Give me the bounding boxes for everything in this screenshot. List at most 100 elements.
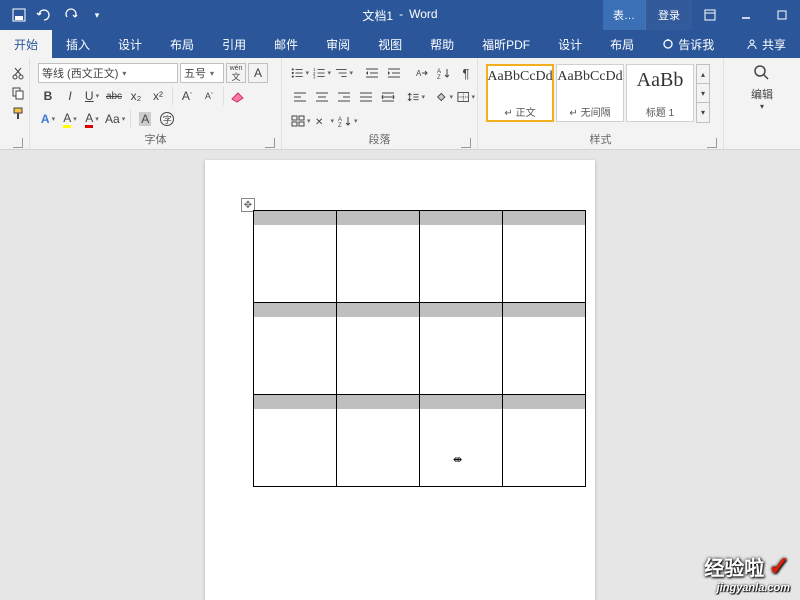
maximize-button[interactable]	[764, 0, 800, 30]
align-center-button[interactable]	[312, 87, 332, 107]
tab-foxit-pdf[interactable]: 福昕PDF	[468, 30, 544, 58]
numbering-button[interactable]: 123▾	[312, 63, 332, 83]
page[interactable]: ✥ ⇼	[205, 160, 595, 600]
font-size-combo[interactable]: 五号▾	[180, 63, 224, 83]
italic-button[interactable]: I	[60, 86, 80, 106]
copy-button[interactable]	[8, 84, 28, 102]
char-shading-button[interactable]: A	[135, 109, 155, 129]
sort-button-2[interactable]: AZ▾	[337, 111, 359, 131]
qat-customize-button[interactable]: ▾	[86, 4, 108, 26]
table-cell[interactable]	[503, 395, 586, 487]
grow-font-button[interactable]: Aˆ	[177, 86, 197, 106]
char-border-button[interactable]: A	[248, 63, 268, 83]
tab-review[interactable]: 审阅	[312, 30, 364, 58]
phonetic-guide-button[interactable]: wén 文	[226, 63, 246, 83]
underline-button[interactable]: U▾	[82, 86, 102, 106]
cut-button[interactable]	[8, 64, 28, 82]
superscript-button[interactable]: x²	[148, 86, 168, 106]
table-cell[interactable]	[420, 395, 503, 487]
tab-table-design[interactable]: 设计	[544, 30, 596, 58]
tab-view[interactable]: 视图	[364, 30, 416, 58]
sort-button[interactable]: AZ	[434, 63, 454, 83]
align-left-button[interactable]	[290, 87, 310, 107]
gallery-more-icon[interactable]: ▾	[697, 103, 709, 122]
table-row[interactable]	[254, 395, 586, 487]
align-justify-button[interactable]	[356, 87, 376, 107]
font-name-combo[interactable]: 等线 (西文正文)▾	[38, 63, 178, 83]
gallery-up-icon[interactable]: ▴	[697, 65, 709, 84]
style-heading-1[interactable]: AaBb 标题 1	[626, 64, 694, 122]
bullets-button[interactable]: ▾	[290, 63, 310, 83]
borders-button[interactable]: ▾	[456, 87, 476, 107]
increase-indent-button[interactable]	[384, 63, 404, 83]
document-table[interactable]	[253, 210, 586, 487]
table-cell[interactable]	[503, 303, 586, 395]
editing-label[interactable]: 编辑	[751, 86, 773, 102]
multilevel-list-button[interactable]: ▾	[334, 63, 354, 83]
table-cell[interactable]	[420, 303, 503, 395]
tab-home[interactable]: 开始	[0, 30, 52, 58]
minimize-button[interactable]	[728, 0, 764, 30]
align-right-button[interactable]	[334, 87, 354, 107]
table-cell[interactable]	[337, 211, 420, 303]
column-resize-cursor[interactable]: ⇼	[453, 453, 462, 466]
table-cell[interactable]	[254, 303, 337, 395]
gallery-down-icon[interactable]: ▾	[697, 84, 709, 103]
table-tools-context-tab[interactable]: 表…	[603, 0, 645, 30]
tab-design[interactable]: 设计	[104, 30, 156, 58]
save-button[interactable]	[8, 4, 30, 26]
undo-button[interactable]	[34, 4, 56, 26]
snap-to-grid-button[interactable]: ▾	[290, 111, 312, 131]
enclose-char-button[interactable]: 字	[157, 109, 177, 129]
group-font: 等线 (西文正文)▾ 五号▾ wén 文 A B I U▾ abc	[30, 58, 282, 149]
table-cell[interactable]	[503, 211, 586, 303]
shading-button[interactable]: ▾	[434, 87, 454, 107]
table-cell[interactable]	[337, 303, 420, 395]
login-button[interactable]: 登录	[645, 0, 692, 30]
ltr-icon: A	[416, 67, 428, 79]
table-cell[interactable]	[254, 395, 337, 487]
table-cell[interactable]	[254, 211, 337, 303]
table-cell[interactable]	[337, 395, 420, 487]
styles-dialog-launcher[interactable]	[707, 138, 717, 148]
change-case-button[interactable]: Aa▾	[104, 109, 126, 129]
document-area[interactable]: ✥ ⇼	[0, 150, 800, 600]
redo-button[interactable]	[60, 4, 82, 26]
find-icon[interactable]	[753, 64, 771, 82]
subscript-button[interactable]: x₂	[126, 86, 146, 106]
style-no-spacing[interactable]: AaBbCcDd ↵ 无间隔	[556, 64, 624, 122]
char-scaling-button[interactable]: ✕▾	[314, 111, 336, 131]
font-dialog-launcher[interactable]	[265, 138, 275, 148]
tell-me[interactable]: 告诉我	[648, 30, 728, 58]
format-painter-button[interactable]	[8, 104, 28, 122]
ribbon-display-options[interactable]	[692, 0, 728, 30]
tab-references[interactable]: 引用	[208, 30, 260, 58]
style-normal[interactable]: AaBbCcDd ↵ 正文	[486, 64, 554, 122]
show-marks-button[interactable]: ¶	[456, 63, 476, 83]
table-cell[interactable]	[420, 211, 503, 303]
tab-insert[interactable]: 插入	[52, 30, 104, 58]
distribute-button[interactable]	[378, 87, 398, 107]
clear-formatting-button[interactable]	[228, 86, 248, 106]
font-color-button[interactable]: A▾	[82, 109, 102, 129]
tab-help[interactable]: 帮助	[416, 30, 468, 58]
table-row[interactable]	[254, 303, 586, 395]
share-button[interactable]: 共享	[732, 30, 800, 58]
text-effects-button[interactable]: A▾	[38, 109, 58, 129]
table-row[interactable]	[254, 211, 586, 303]
tab-layout[interactable]: 布局	[156, 30, 208, 58]
paragraph-dialog-launcher[interactable]	[461, 138, 471, 148]
bold-button[interactable]: B	[38, 86, 58, 106]
editing-dropdown-icon[interactable]: ▾	[760, 102, 764, 111]
tab-mailings[interactable]: 邮件	[260, 30, 312, 58]
ltr-button[interactable]: A	[412, 63, 432, 83]
style-gallery-scroll[interactable]: ▴ ▾ ▾	[696, 64, 710, 123]
decrease-indent-button[interactable]	[362, 63, 382, 83]
tab-table-layout[interactable]: 布局	[596, 30, 648, 58]
strikethrough-button[interactable]: abc	[104, 86, 124, 106]
clipboard-dialog-launcher[interactable]	[13, 138, 23, 148]
group-paragraph: ▾ 123▾ ▾ A AZ ¶	[282, 58, 478, 149]
line-spacing-button[interactable]: ▾	[406, 87, 426, 107]
highlight-button[interactable]: A▾	[60, 109, 80, 129]
shrink-font-button[interactable]: Aˇ	[199, 86, 219, 106]
